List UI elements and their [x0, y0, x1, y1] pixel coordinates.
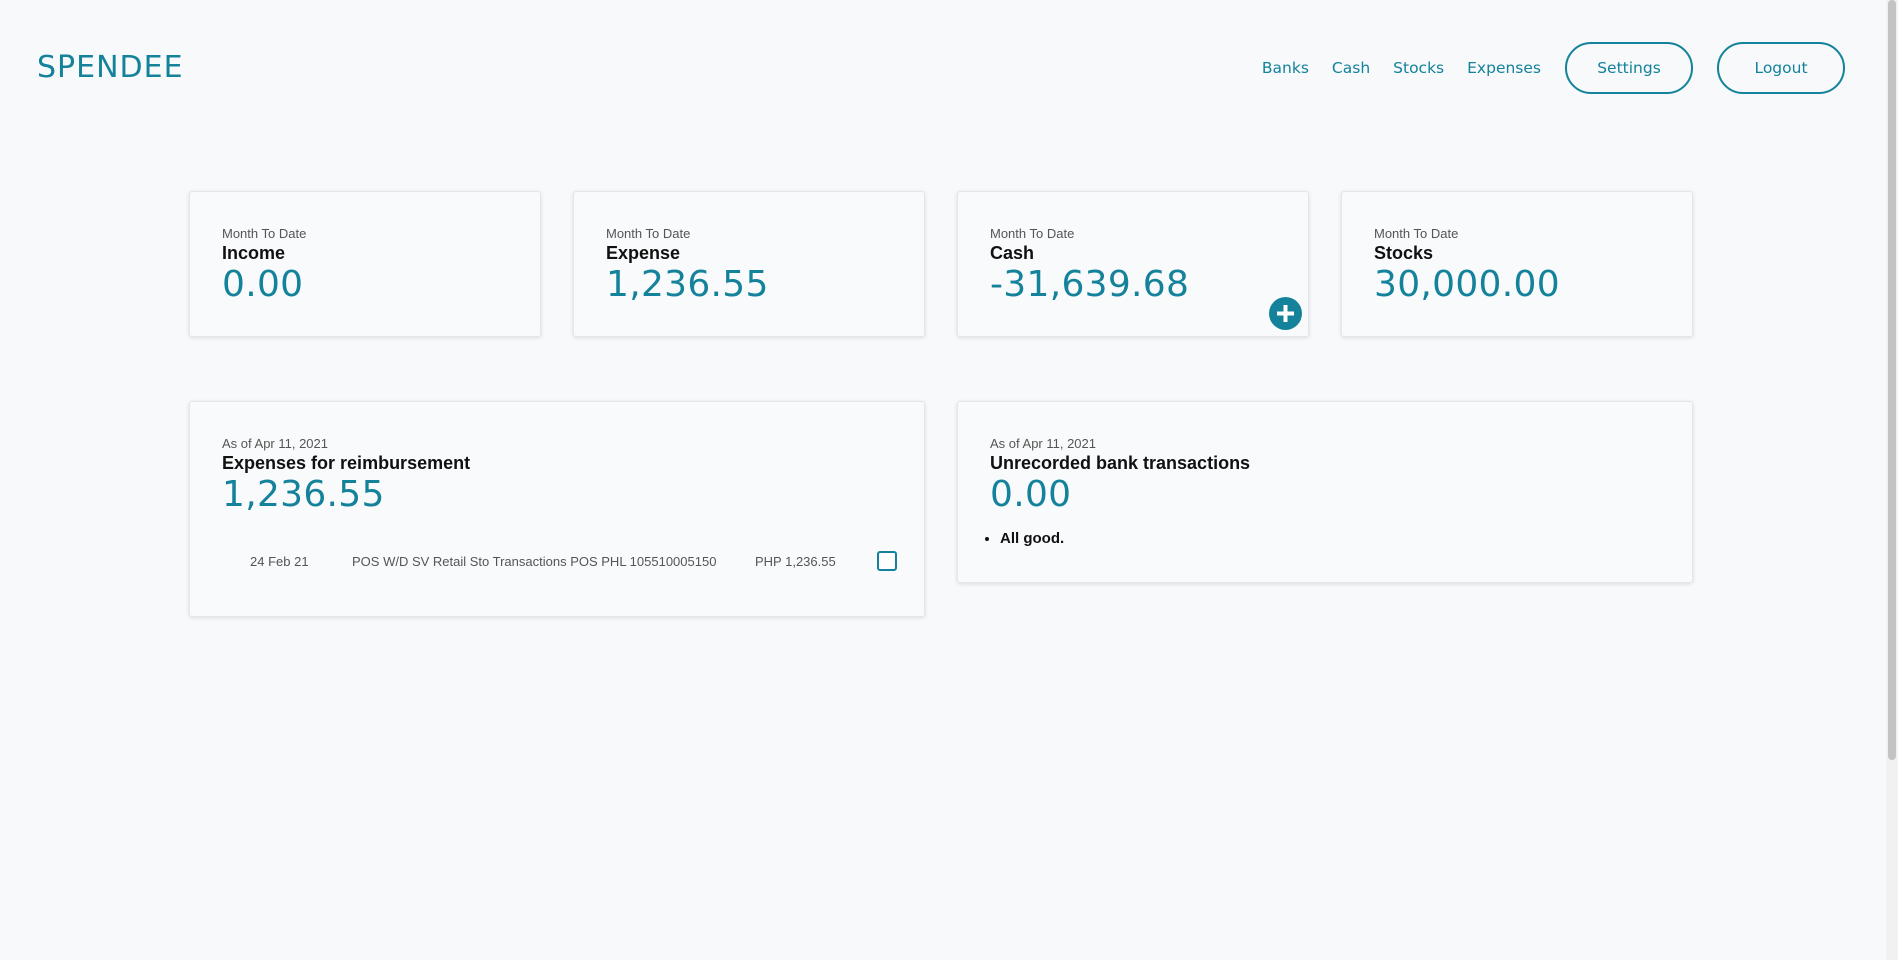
reimbursed-checkbox[interactable] [877, 551, 897, 571]
card-value: 0.00 [990, 474, 1072, 515]
card-value: 1,236.55 [606, 264, 769, 305]
expense-card: Month To Date Expense 1,236.55 [573, 191, 925, 337]
card-caption: As of Apr 11, 2021 [222, 436, 328, 451]
stocks-card: Month To Date Stocks 30,000.00 [1341, 191, 1693, 337]
list-item: 24 Feb 21 POS W/D SV Retail Sto Transact… [190, 550, 925, 574]
app-logo[interactable]: SPENDEE [37, 50, 184, 85]
top-nav: Banks Cash Stocks Expenses Settings Logo… [1262, 42, 1845, 94]
dashboard-page: SPENDEE Banks Cash Stocks Expenses Setti… [0, 0, 1898, 960]
income-card: Month To Date Income 0.00 [189, 191, 541, 337]
cash-card: Month To Date Cash -31,639.68 [957, 191, 1309, 337]
card-title: Expenses for reimbursement [222, 453, 471, 473]
status-list: All good. [1000, 530, 1064, 547]
card-title: Unrecorded bank transactions [990, 453, 1251, 473]
nav-link-stocks[interactable]: Stocks [1393, 59, 1444, 77]
card-caption: Month To Date [222, 226, 307, 241]
card-caption: Month To Date [606, 226, 691, 241]
card-title: Expense [606, 243, 681, 263]
card-caption: Month To Date [990, 226, 1075, 241]
card-value: 1,236.55 [222, 474, 385, 515]
transaction-description: POS W/D SV Retail Sto Transactions POS P… [352, 554, 717, 569]
card-value: 30,000.00 [1374, 264, 1560, 305]
nav-link-cash[interactable]: Cash [1332, 59, 1370, 77]
add-cash-button[interactable] [1269, 297, 1302, 330]
card-title: Cash [990, 243, 1035, 263]
scrollbar[interactable] [1886, 0, 1898, 960]
nav-link-expenses[interactable]: Expenses [1467, 59, 1541, 77]
unrecorded-card: As of Apr 11, 2021 Unrecorded bank trans… [957, 401, 1693, 583]
card-title: Income [222, 243, 286, 263]
nav-link-banks[interactable]: Banks [1262, 59, 1309, 77]
card-title: Stocks [1374, 243, 1434, 263]
card-value: -31,639.68 [990, 264, 1190, 305]
status-note: All good. [1000, 530, 1064, 547]
card-value: 0.00 [222, 264, 304, 305]
reimbursement-card: As of Apr 11, 2021 Expenses for reimburs… [189, 401, 925, 617]
scrollbar-thumb[interactable] [1888, 0, 1896, 760]
transaction-date: 24 Feb 21 [250, 554, 309, 569]
transaction-amount: PHP 1,236.55 [755, 554, 836, 569]
logout-button[interactable]: Logout [1717, 42, 1845, 94]
settings-button[interactable]: Settings [1565, 42, 1693, 94]
card-caption: Month To Date [1374, 226, 1459, 241]
card-caption: As of Apr 11, 2021 [990, 436, 1096, 451]
plus-icon [1277, 305, 1294, 322]
